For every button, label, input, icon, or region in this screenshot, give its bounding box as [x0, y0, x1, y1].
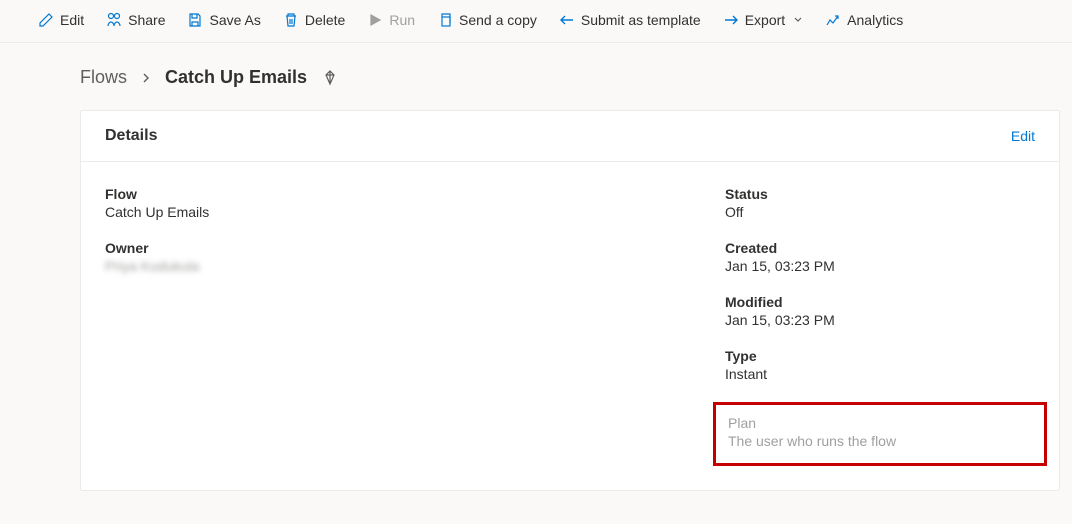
type-field: Type Instant — [725, 348, 1035, 382]
toolbar-label: Delete — [305, 12, 345, 28]
breadcrumb: Flows Catch Up Emails — [80, 67, 1072, 88]
breadcrumb-current: Catch Up Emails — [165, 67, 307, 88]
created-label: Created — [725, 240, 1035, 256]
share-icon — [106, 12, 122, 28]
chevron-right-icon — [141, 71, 151, 85]
toolbar-label: Share — [128, 12, 165, 28]
export-icon — [723, 12, 739, 28]
delete-icon — [283, 12, 299, 28]
details-right-column: Status Off Created Jan 15, 03:23 PM Modi… — [725, 186, 1035, 466]
premium-icon — [321, 69, 339, 87]
send-copy-button[interactable]: Send a copy — [429, 8, 545, 32]
toolbar-label: Analytics — [847, 12, 903, 28]
created-value: Jan 15, 03:23 PM — [725, 258, 1035, 274]
edit-button[interactable]: Edit — [30, 8, 92, 32]
flow-field: Flow Catch Up Emails — [105, 186, 725, 220]
submit-template-icon — [559, 12, 575, 28]
chevron-down-icon — [793, 15, 803, 25]
toolbar-label: Edit — [60, 12, 84, 28]
modified-value: Jan 15, 03:23 PM — [725, 312, 1035, 328]
type-value: Instant — [725, 366, 1035, 382]
card-title: Details — [105, 127, 157, 145]
card-header: Details Edit — [81, 111, 1059, 162]
details-card: Details Edit Flow Catch Up Emails Owner … — [80, 110, 1060, 491]
save-as-button[interactable]: Save As — [179, 8, 268, 32]
toolbar-label: Save As — [209, 12, 260, 28]
status-label: Status — [725, 186, 1035, 202]
analytics-icon — [825, 12, 841, 28]
run-button: Run — [359, 8, 423, 32]
share-button[interactable]: Share — [98, 8, 173, 32]
toolbar-label: Run — [389, 12, 415, 28]
toolbar-label: Send a copy — [459, 12, 537, 28]
owner-field: Owner Priya Kodukula — [105, 240, 725, 274]
breadcrumb-root[interactable]: Flows — [80, 67, 127, 88]
run-icon — [367, 12, 383, 28]
plan-label: Plan — [728, 415, 1032, 431]
created-field: Created Jan 15, 03:23 PM — [725, 240, 1035, 274]
details-left-column: Flow Catch Up Emails Owner Priya Kodukul… — [105, 186, 725, 466]
analytics-button[interactable]: Analytics — [817, 8, 911, 32]
plan-highlight-box: Plan The user who runs the flow — [713, 402, 1047, 466]
type-label: Type — [725, 348, 1035, 364]
plan-value: The user who runs the flow — [728, 433, 1032, 449]
status-value: Off — [725, 204, 1035, 220]
delete-button[interactable]: Delete — [275, 8, 353, 32]
edit-details-link[interactable]: Edit — [1011, 128, 1035, 144]
edit-icon — [38, 12, 54, 28]
save-as-icon — [187, 12, 203, 28]
card-body: Flow Catch Up Emails Owner Priya Kodukul… — [81, 162, 1059, 490]
modified-field: Modified Jan 15, 03:23 PM — [725, 294, 1035, 328]
owner-value: Priya Kodukula — [105, 258, 725, 274]
toolbar-label: Submit as template — [581, 12, 701, 28]
modified-label: Modified — [725, 294, 1035, 310]
flow-value: Catch Up Emails — [105, 204, 725, 220]
owner-label: Owner — [105, 240, 725, 256]
toolbar-label: Export — [745, 12, 785, 28]
submit-template-button[interactable]: Submit as template — [551, 8, 709, 32]
export-button[interactable]: Export — [715, 8, 811, 32]
toolbar: Edit Share Save As Delete Run Send a cop… — [0, 0, 1072, 43]
flow-label: Flow — [105, 186, 725, 202]
plan-field: Plan The user who runs the flow — [728, 415, 1032, 449]
status-field: Status Off — [725, 186, 1035, 220]
copy-icon — [437, 12, 453, 28]
